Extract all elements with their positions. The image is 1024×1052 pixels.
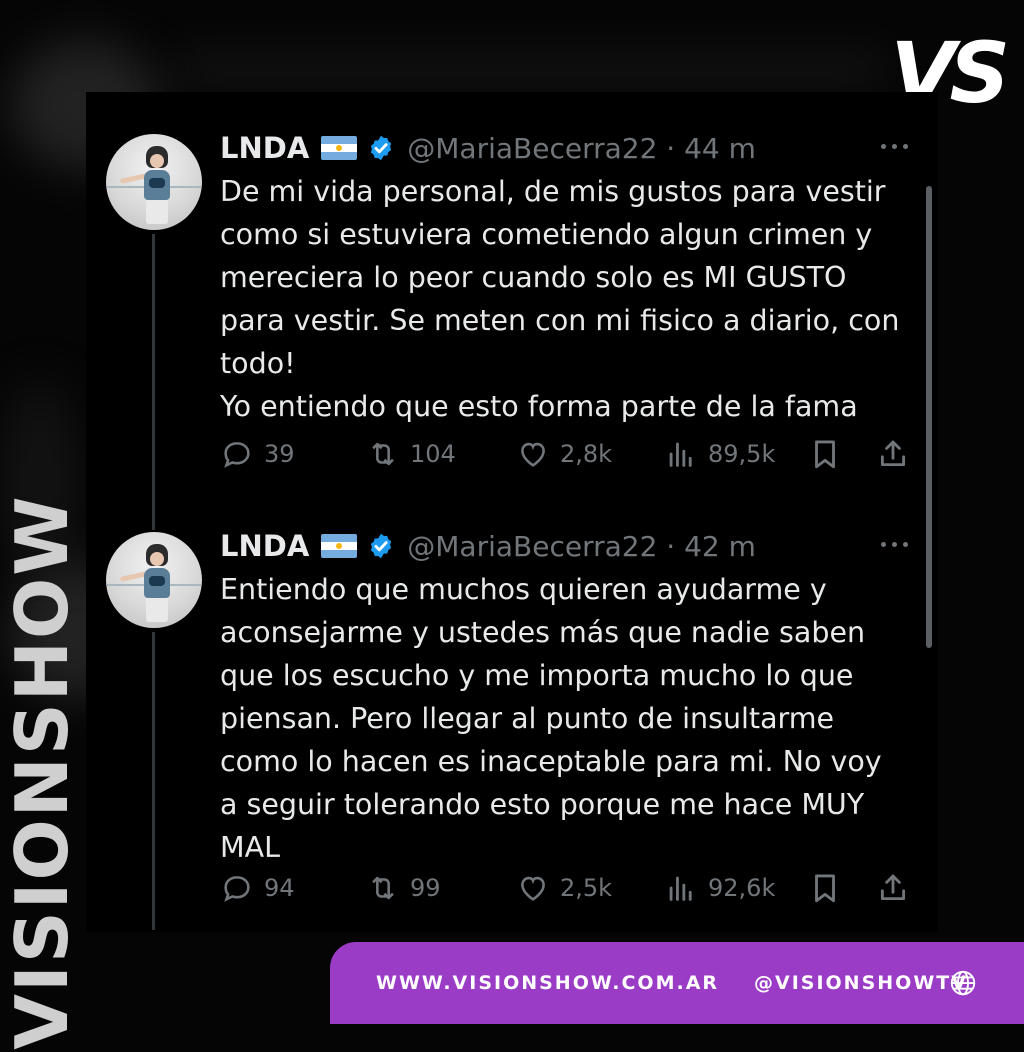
reply-count: 94 [264,874,295,902]
heart-icon [521,442,545,467]
views-count: 92,6k [708,874,776,902]
side-brand-text: VISIONSHOW [0,494,84,1050]
bookmark-button[interactable] [808,436,852,472]
verified-badge-icon [371,533,392,559]
views-count: 89,5k [708,440,776,468]
bookmark-icon [815,874,835,903]
argentina-flag-icon [321,136,358,160]
handle-and-time[interactable]: @MariaBecerra22 · 44 m [407,132,756,165]
reply-button[interactable]: 94 [220,870,295,906]
retweet-count: 99 [410,874,441,902]
views-icon [669,442,692,467]
tweet-text: De mi vida personal, de mis gustos para … [220,175,900,423]
verified-badge-icon [371,135,392,161]
like-count: 2,8k [560,440,613,468]
reply-icon [224,876,250,902]
display-name[interactable]: LNDA [220,131,309,165]
action-bar: 39 104 2,8k 89,5k [220,436,920,472]
retweet-icon [372,442,394,466]
share-button[interactable] [876,870,920,906]
bookmark-icon [815,440,835,469]
retweet-icon [372,876,394,900]
views-icon [669,876,692,901]
retweet-button[interactable]: 104 [366,436,456,472]
display-name[interactable]: LNDA [220,529,309,563]
share-icon [880,440,906,467]
blurred-backdrop [170,55,890,85]
globe-icon [950,970,976,996]
handle-and-time[interactable]: @MariaBecerra22 · 42 m [407,530,756,563]
share-button[interactable] [876,436,920,472]
action-bar: 94 99 2,5k 92,6k [220,870,920,906]
thread-line [152,632,155,930]
more-icon[interactable] [878,134,914,154]
scrollbar[interactable] [926,186,932,648]
tweet-text: Entiendo que muchos quieren ayudarme y a… [220,573,882,864]
like-count: 2,5k [560,874,613,902]
tweet-header: LNDA @MariaBecerra22 · 42 m [220,528,756,564]
avatar[interactable] [106,134,202,230]
like-button[interactable]: 2,8k [516,436,612,472]
views-button[interactable]: 89,5k [664,436,775,472]
thread-line [152,234,155,530]
more-icon[interactable] [878,532,914,552]
website-link[interactable]: WWW.VISIONSHOW.COM.AR [376,972,719,994]
brand-footer: WWW.VISIONSHOW.COM.AR @VISIONSHOWTV [330,942,1024,1024]
reply-button[interactable]: 39 [220,436,295,472]
views-button[interactable]: 92,6k [664,870,775,906]
bookmark-button[interactable] [808,870,852,906]
heart-icon [521,876,545,901]
retweet-button[interactable]: 99 [366,870,441,906]
share-icon [880,874,906,901]
tweet-thread-panel: LNDA @MariaBecerra22 · 44 m De mi vida p… [86,92,938,932]
like-button[interactable]: 2,5k [516,870,612,906]
argentina-flag-icon [321,534,358,558]
reply-count: 39 [264,440,295,468]
reply-icon [224,442,250,468]
retweet-count: 104 [410,440,456,468]
tweet-header: LNDA @MariaBecerra22 · 44 m [220,130,756,166]
avatar[interactable] [106,532,202,628]
social-handle[interactable]: @VISIONSHOWTV [754,972,968,994]
